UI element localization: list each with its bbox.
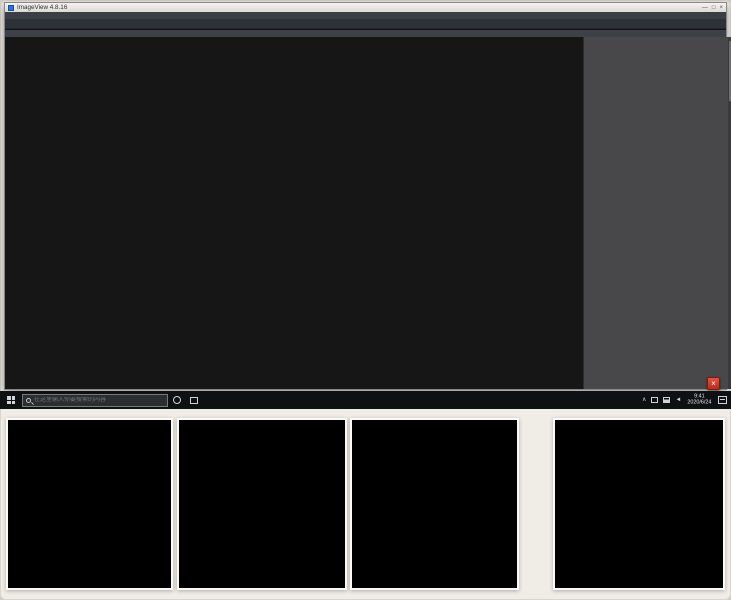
control-panel: [583, 37, 728, 389]
floating-close-button[interactable]: ×: [707, 377, 720, 390]
system-tray: ∧ ◄ 9:41 2020/6/24: [642, 393, 731, 407]
tray-chevron-icon[interactable]: ∧: [642, 396, 646, 404]
strip-image-dapi: [6, 418, 173, 590]
task-view-icon[interactable]: [185, 391, 202, 409]
app-window: ImageView 4.8.16 — □ ×: [4, 2, 727, 390]
tray-clock[interactable]: 9:41 2020/6/24: [688, 394, 712, 407]
toolbar: [5, 19, 726, 29]
screenshot-page: ImageView 4.8.16 — □ × ×: [0, 0, 731, 600]
strip-image-merged: [553, 418, 725, 590]
app-icon: [8, 5, 14, 11]
taskbar-search[interactable]: [22, 394, 168, 407]
close-button[interactable]: ×: [719, 4, 723, 12]
search-icon: [26, 398, 31, 403]
strip-image-fitc: [177, 418, 347, 590]
strip-image-tritc: [350, 418, 519, 590]
tray-network-icon[interactable]: [663, 397, 670, 403]
channel-thumbnail-column: [469, 37, 581, 389]
title-bar[interactable]: ImageView 4.8.16 — □ ×: [5, 3, 726, 12]
start-button[interactable]: [0, 391, 22, 409]
next-chevron-icon: [523, 476, 550, 533]
document-tab-strip: [5, 30, 726, 37]
minimize-button[interactable]: —: [702, 4, 708, 12]
windows-taskbar: ∧ ◄ 9:41 2020/6/24: [0, 391, 731, 409]
window-title: ImageView 4.8.16: [17, 4, 67, 10]
cortana-icon[interactable]: [168, 391, 185, 409]
windows-logo-icon: [7, 396, 15, 404]
tray-display-icon[interactable]: [651, 397, 658, 403]
main-image-viewport[interactable]: [9, 37, 467, 389]
action-center-icon[interactable]: [718, 396, 727, 404]
maximize-button[interactable]: □: [712, 4, 716, 12]
tray-volume-icon[interactable]: ◄: [675, 396, 681, 404]
search-input[interactable]: [34, 397, 164, 403]
window-body: [5, 37, 726, 389]
menu-bar: [5, 12, 726, 19]
tray-date: 2020/6/24: [688, 400, 712, 406]
